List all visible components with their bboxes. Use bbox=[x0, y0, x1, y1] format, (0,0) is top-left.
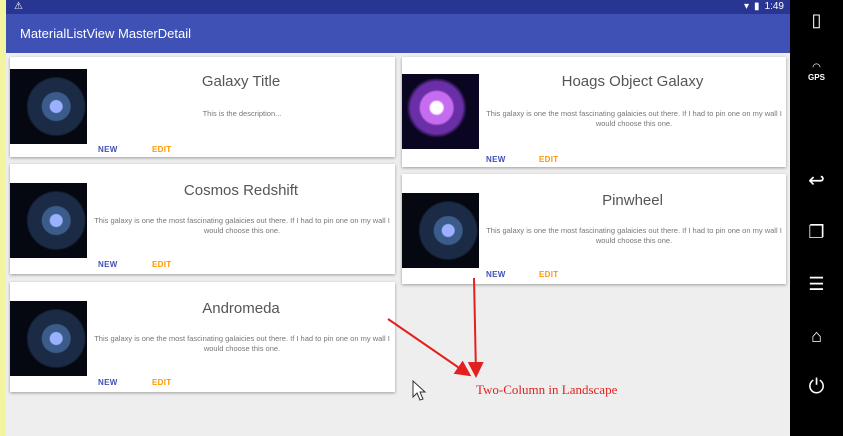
gps-label: GPS bbox=[808, 73, 825, 82]
phone-icon[interactable]: ▯ bbox=[790, 10, 843, 31]
home-icon[interactable]: ⌂ bbox=[790, 326, 843, 347]
power-icon[interactable]: ⏻ bbox=[790, 376, 843, 399]
recents-icon[interactable]: ❐ bbox=[790, 222, 843, 243]
annotation-overlay bbox=[387, 277, 484, 401]
back-icon[interactable]: ↩ bbox=[790, 168, 843, 193]
mouse-cursor-icon bbox=[412, 379, 427, 401]
annotation-arrow-left bbox=[387, 318, 472, 377]
menu-icon[interactable]: ☰ bbox=[790, 274, 843, 295]
annotation-arrow-right bbox=[467, 277, 484, 378]
emulator-nav-panel: ▯ ◠ GPS ↩ ❐ ☰ ⌂ ⏻ bbox=[790, 0, 843, 436]
gps-icon[interactable]: ◠ GPS bbox=[790, 62, 843, 82]
annotation-label: Two-Column in Landscape bbox=[476, 382, 618, 397]
